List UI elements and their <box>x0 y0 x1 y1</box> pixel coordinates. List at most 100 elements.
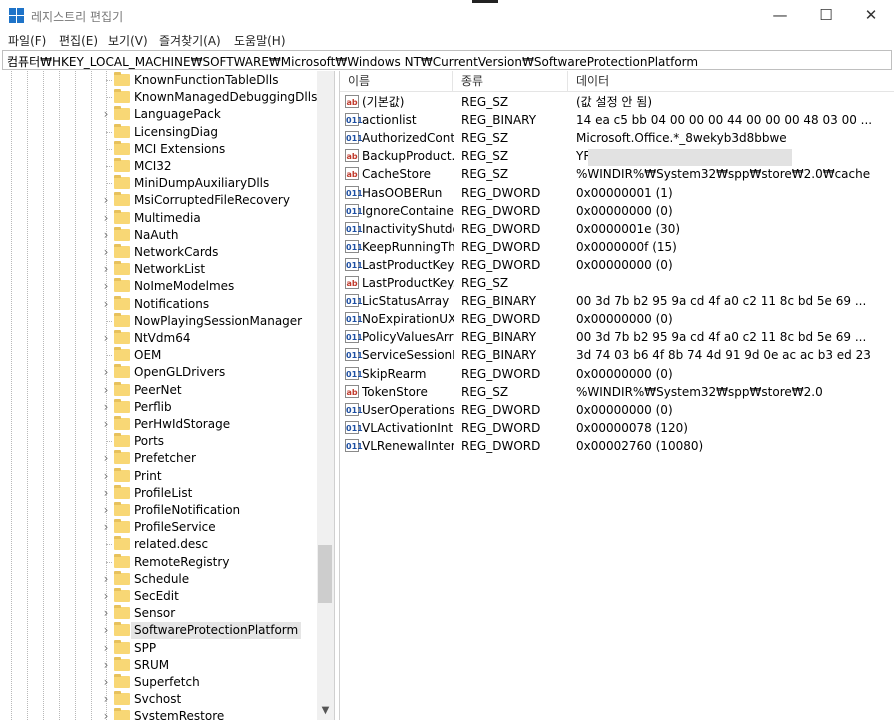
expand-chevron-icon[interactable]: › <box>101 606 111 620</box>
tree-item[interactable]: MiniDumpAuxiliaryDlls <box>0 175 316 192</box>
tree-item[interactable]: › SecEdit <box>0 588 316 605</box>
tree-item[interactable]: NowPlayingSessionManager <box>0 312 316 330</box>
column-header-type[interactable]: 종류 <box>453 71 568 91</box>
value-row[interactable]: ab CacheStore REG_SZ %WINDIR%₩System32₩spp₩… <box>340 165 894 183</box>
value-row[interactable]: 011 actionlist REG_BINARY 14 ea c5 bb 04 00… <box>340 111 894 129</box>
expand-chevron-icon[interactable]: › <box>101 279 111 293</box>
menu-favorites[interactable]: 즐겨찾기(A) <box>159 32 221 49</box>
value-row[interactable]: 011 UserOperations REG_DWORD 0x00000000 (0) <box>340 401 894 419</box>
tree-item[interactable]: › Prefetcher <box>0 450 316 467</box>
tree-item[interactable]: › Schedule <box>0 570 316 588</box>
tree-item[interactable]: › NetworkList <box>0 261 316 278</box>
expand-chevron-icon[interactable]: › <box>101 297 111 311</box>
tree-item[interactable]: › Svchost <box>0 691 316 708</box>
value-row[interactable]: 011IgnoreContainer... REG_DWORD 0x00000000… <box>340 202 894 220</box>
tree-item[interactable]: › Print <box>0 467 316 485</box>
tree-item[interactable]: › ProfileNotification <box>0 502 316 519</box>
value-row[interactable]: 011AuthorizedCont... REG_SZ Microsoft.Offi… <box>340 129 894 147</box>
tree-item[interactable]: › NoImeModelmes <box>0 278 316 295</box>
tree-item[interactable]: RemoteRegistry <box>0 553 316 571</box>
expand-chevron-icon[interactable]: › <box>101 107 111 121</box>
value-row[interactable]: 011VLRenewalInter... REG_DWORD 0x00002760 … <box>340 437 894 455</box>
expand-chevron-icon[interactable]: › <box>101 331 111 345</box>
column-header-data[interactable]: 데이터 <box>568 71 894 91</box>
value-row[interactable]: 011VLActivationInt... REG_DWORD 0x00000078… <box>340 419 894 437</box>
minimize-button[interactable]: — <box>757 0 803 31</box>
expand-chevron-icon[interactable]: › <box>101 211 111 225</box>
tree-item[interactable]: MCI Extensions <box>0 140 316 158</box>
tree-scroll-thumb[interactable] <box>318 545 332 603</box>
expand-chevron-icon[interactable]: › <box>101 503 111 517</box>
expand-chevron-icon[interactable]: › <box>101 675 111 689</box>
tree-item[interactable]: › PerHwIdStorage <box>0 416 316 433</box>
value-row[interactable]: 011KeepRunningTh... REG_DWORD 0x0000000f (… <box>340 238 894 256</box>
value-row[interactable]: 011PolicyValuesArray REG_BINARY 00 3d 7b b… <box>340 328 894 346</box>
tree-item[interactable]: › Perflib <box>0 398 316 416</box>
tree-item[interactable]: › OpenGLDrivers <box>0 364 316 381</box>
tree-item[interactable]: › LanguagePack <box>0 106 316 123</box>
tree-item[interactable]: › ProfileService <box>0 519 316 536</box>
tree-item[interactable]: MCI32 <box>0 158 316 175</box>
tree-item[interactable]: › SPP <box>0 639 316 657</box>
tree-item[interactable]: › PeerNet <box>0 381 316 399</box>
value-row[interactable]: 011InactivityShutdo... REG_DWORD 0x0000001… <box>340 220 894 238</box>
tree-item[interactable]: OEM <box>0 347 316 364</box>
value-row[interactable]: 011 NoExpirationUX REG_DWORD 0x00000000 (0) <box>340 310 894 328</box>
expand-chevron-icon[interactable]: › <box>101 417 111 431</box>
value-row[interactable]: ab LastProductKey... REG_SZ <box>340 274 894 292</box>
menu-view[interactable]: 보기(V) <box>108 32 148 49</box>
value-row[interactable]: 011 SkipRearm REG_DWORD 0x00000000 (0) <box>340 365 894 383</box>
close-button[interactable]: ✕ <box>848 0 894 31</box>
value-row[interactable]: ab (기본값) REG_SZ (값 설정 안 됨) <box>340 93 894 111</box>
expand-chevron-icon[interactable]: › <box>101 658 111 672</box>
tree-item[interactable]: › Notifications <box>0 295 316 313</box>
tree-item-label: NaAuth <box>134 227 179 242</box>
tree-item[interactable]: › NtVdm64 <box>0 330 316 347</box>
expand-chevron-icon[interactable]: › <box>101 641 111 655</box>
menu-help[interactable]: 도움말(H) <box>234 32 286 49</box>
tree-item[interactable]: › NaAuth <box>0 226 316 244</box>
tree-item[interactable]: KnownManagedDebuggingDlls <box>0 89 317 106</box>
tree-item[interactable]: LicensingDiag <box>0 123 316 141</box>
expand-chevron-icon[interactable]: › <box>101 572 111 586</box>
expand-chevron-icon[interactable]: › <box>101 262 111 276</box>
menu-file[interactable]: 파일(F) <box>8 32 46 49</box>
tree-item[interactable]: › SystemRestore <box>0 708 316 720</box>
expand-chevron-icon[interactable]: › <box>101 486 111 500</box>
expand-chevron-icon[interactable]: › <box>101 365 111 379</box>
expand-chevron-icon[interactable]: › <box>101 692 111 706</box>
value-row[interactable]: ab TokenStore REG_SZ %WINDIR%₩System32₩spp₩… <box>340 383 894 401</box>
tree-item[interactable]: › NetworkCards <box>0 244 316 261</box>
expand-chevron-icon[interactable]: › <box>101 709 111 720</box>
maximize-button[interactable]: ☐ <box>803 0 849 31</box>
expand-chevron-icon[interactable]: › <box>101 589 111 603</box>
expand-chevron-icon[interactable]: › <box>101 623 111 637</box>
tree-item[interactable]: › Sensor <box>0 605 316 622</box>
expand-chevron-icon[interactable]: › <box>101 383 111 397</box>
value-row[interactable]: 011 LicStatusArray REG_BINARY 00 3d 7b b2 9… <box>340 292 894 310</box>
expand-chevron-icon[interactable]: › <box>101 193 111 207</box>
address-bar[interactable]: 컴퓨터₩HKEY_LOCAL_MACHINE₩SOFTWARE₩Microsof… <box>2 50 892 70</box>
tree-item[interactable]: › MsiCorruptedFileRecovery <box>0 192 316 209</box>
tree-item[interactable]: › SRUM <box>0 656 316 674</box>
value-row[interactable]: 011 LastProductKey... REG_DWORD 0x00000000 … <box>340 256 894 274</box>
tree-scrollbar[interactable]: ▼ <box>317 71 334 720</box>
expand-chevron-icon[interactable]: › <box>101 228 111 242</box>
tree-item[interactable]: Ports <box>0 433 316 450</box>
scroll-down-arrow-icon[interactable]: ▼ <box>317 702 334 719</box>
tree-item[interactable]: › Superfetch <box>0 674 316 691</box>
menu-edit[interactable]: 편집(E) <box>59 32 98 49</box>
column-header-name[interactable]: 이름 <box>340 71 453 91</box>
expand-chevron-icon[interactable]: › <box>101 469 111 483</box>
expand-chevron-icon[interactable]: › <box>101 400 111 414</box>
value-row[interactable]: 011 HasOOBERun REG_DWORD 0x00000001 (1) <box>340 184 894 202</box>
tree-item[interactable]: › Multimedia <box>0 209 316 227</box>
expand-chevron-icon[interactable]: › <box>101 451 111 465</box>
tree-item[interactable]: KnownFunctionTableDlls <box>0 72 316 89</box>
value-row[interactable]: 011 ServiceSessionId REG_BINARY 3d 74 03 b6… <box>340 346 894 364</box>
tree-item-selected[interactable]: › SoftwareProtectionPlatform <box>0 622 316 640</box>
expand-chevron-icon[interactable]: › <box>101 245 111 259</box>
tree-item[interactable]: related.desc <box>0 536 316 553</box>
tree-item[interactable]: › ProfileList <box>0 484 316 502</box>
expand-chevron-icon[interactable]: › <box>101 520 111 534</box>
